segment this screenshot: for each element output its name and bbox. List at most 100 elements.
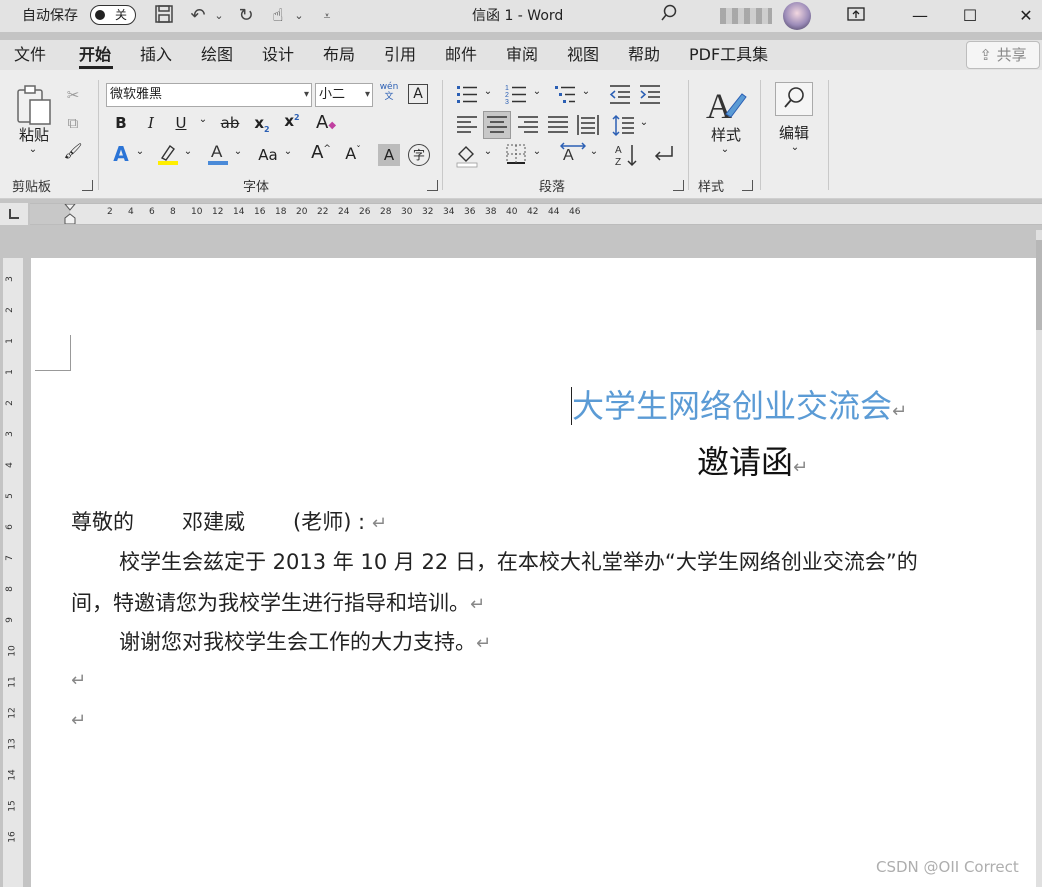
tab-layout[interactable]: 布局 [323, 40, 355, 70]
find-icon[interactable] [775, 82, 813, 116]
borders-icon[interactable] [504, 142, 528, 166]
scrollbar-thumb[interactable] [1036, 240, 1042, 330]
editing-dropdown-icon[interactable]: ⌄ [788, 142, 802, 153]
paste-button[interactable]: 粘贴 [16, 124, 52, 145]
touch-dropdown-icon[interactable]: ⌄ [292, 4, 306, 28]
line-spacing-dropdown-icon[interactable]: ⌄ [638, 117, 650, 128]
shading-icon[interactable] [455, 142, 479, 168]
avatar[interactable] [783, 2, 811, 30]
editing-button[interactable]: 编辑 [774, 122, 814, 143]
minimize-icon[interactable]: — [900, 0, 940, 32]
ribbon-display-icon[interactable] [836, 0, 876, 32]
borders-dropdown-icon[interactable]: ⌄ [531, 146, 543, 157]
clipboard-launcher-icon[interactable] [82, 180, 93, 191]
text-effects-dropdown-icon[interactable]: ⌄ [134, 146, 146, 157]
bold-button[interactable]: B [110, 114, 132, 132]
character-border-icon[interactable]: A [408, 84, 428, 104]
multilevel-dropdown-icon[interactable]: ⌄ [580, 86, 592, 97]
font-launcher-icon[interactable] [427, 180, 438, 191]
autosave-toggle[interactable]: 关 [90, 5, 136, 25]
subscript-button[interactable]: x2 [252, 114, 272, 134]
italic-button[interactable]: I [140, 114, 162, 132]
highlight-icon[interactable] [156, 142, 180, 166]
align-left-icon[interactable] [455, 113, 479, 137]
tab-selector[interactable] [0, 203, 28, 225]
multilevel-list-icon[interactable] [553, 82, 577, 106]
document-title-text[interactable]: 大学生网络创业交流会↵ [571, 384, 907, 434]
empty-paragraph[interactable]: ↵ [71, 667, 86, 695]
shrink-font-button[interactable]: Aˇ [342, 144, 364, 163]
change-case-dropdown-icon[interactable]: ⌄ [282, 146, 294, 157]
tab-mailings[interactable]: 邮件 [445, 40, 477, 70]
line-spacing-icon[interactable] [612, 113, 636, 137]
underline-dropdown-icon[interactable]: ⌄ [196, 114, 210, 125]
touch-mode-icon[interactable]: ☝ [266, 4, 290, 28]
change-case-button[interactable]: Aa [254, 146, 282, 164]
enclose-characters-button[interactable]: 字 [408, 144, 430, 166]
font-color-icon[interactable]: A [206, 140, 230, 168]
bullets-icon[interactable] [455, 82, 479, 106]
redo-icon[interactable]: ↻ [234, 4, 258, 28]
highlight-dropdown-icon[interactable]: ⌄ [182, 146, 194, 157]
tab-pdf-tools[interactable]: PDF工具集 [689, 40, 768, 70]
horizontal-ruler[interactable]: 2 4 6 8 10 12 14 16 18 20 22 24 26 28 30 32 34 36 38 40 42 44… [30, 203, 1042, 225]
font-size-field[interactable]: 小二 ▾ [315, 83, 373, 107]
close-icon[interactable]: ✕ [1006, 0, 1042, 32]
copy-icon[interactable]: ⧉ [62, 114, 84, 132]
share-button[interactable]: ⇪ 共享 [966, 41, 1040, 69]
format-painter-icon[interactable]: 🖌 [62, 142, 84, 160]
document-subtitle-text[interactable]: 邀请函↵ [697, 440, 808, 490]
strikethrough-button[interactable]: ab [218, 114, 242, 132]
tab-references[interactable]: 引用 [384, 40, 416, 70]
justify-icon[interactable] [546, 113, 570, 137]
align-right-icon[interactable] [516, 113, 540, 137]
vertical-ruler[interactable]: 3 2 1 1 2 3 4 5 6 7 8 9 10 11 12 13 14 15 16 [3, 258, 23, 887]
body-line-1[interactable]: 校学生会兹定于 2013 年 10 月 22 日，在本校大礼堂举办“大学生网络创… [119, 548, 918, 576]
body-line-3[interactable]: 谢谢您对我校学生会工作的大力支持。↵ [119, 628, 491, 658]
paste-icon[interactable] [14, 84, 54, 128]
numbering-dropdown-icon[interactable]: ⌄ [531, 86, 543, 97]
grow-font-button[interactable]: A^ [310, 142, 332, 163]
superscript-button[interactable]: x2 [282, 112, 302, 130]
styles-dropdown-icon[interactable]: ⌄ [718, 144, 732, 155]
tab-file[interactable]: 文件 [14, 40, 46, 70]
empty-paragraph[interactable]: ↵ [71, 707, 86, 735]
undo-icon[interactable]: ↶ [186, 4, 210, 28]
numbering-icon[interactable]: 123 [504, 82, 528, 106]
tab-draw[interactable]: 绘图 [201, 40, 233, 70]
character-shading-button[interactable]: A [378, 144, 400, 166]
tab-help[interactable]: 帮助 [628, 40, 660, 70]
shading-dropdown-icon[interactable]: ⌄ [482, 146, 494, 157]
undo-dropdown-icon[interactable]: ⌄ [212, 4, 226, 28]
styles-button[interactable]: 样式 [706, 124, 746, 145]
styles-icon[interactable]: A [704, 84, 748, 126]
tab-review[interactable]: 审阅 [506, 40, 538, 70]
cut-icon[interactable]: ✂ [62, 86, 84, 104]
chinese-layout-icon[interactable]: A [559, 142, 587, 166]
tab-insert[interactable]: 插入 [140, 40, 172, 70]
indent-marker-icon[interactable] [64, 204, 76, 224]
sort-icon[interactable]: AZ [614, 142, 640, 168]
tab-view[interactable]: 视图 [567, 40, 599, 70]
customize-qat-icon[interactable]: ⩡ [318, 4, 336, 28]
search-icon[interactable] [657, 4, 681, 28]
tab-design[interactable]: 设计 [262, 40, 294, 70]
font-name-field[interactable]: 微软雅黑 ▾ [106, 83, 312, 107]
styles-launcher-icon[interactable] [742, 180, 753, 191]
increase-indent-icon[interactable] [638, 82, 662, 106]
paste-dropdown-icon[interactable]: ⌄ [26, 144, 40, 155]
body-line-2[interactable]: 间，特邀请您为我校学生进行指导和培训。↵ [71, 589, 485, 619]
phonetic-guide-icon[interactable]: wén 文 [378, 82, 400, 102]
bullets-dropdown-icon[interactable]: ⌄ [482, 86, 494, 97]
clear-formatting-icon[interactable]: A◆ [314, 112, 338, 133]
vertical-scrollbar[interactable] [1036, 230, 1042, 887]
underline-button[interactable]: U [170, 114, 192, 132]
chinese-layout-dropdown-icon[interactable]: ⌄ [588, 146, 600, 157]
text-effects-icon[interactable]: A [110, 142, 132, 166]
save-icon[interactable] [152, 4, 176, 28]
font-color-dropdown-icon[interactable]: ⌄ [232, 146, 244, 157]
decrease-indent-icon[interactable] [608, 82, 632, 106]
distributed-icon[interactable] [576, 113, 600, 137]
salutation-line[interactable]: 尊敬的 邓建威 (老师) : ↵ [71, 508, 387, 538]
maximize-icon[interactable]: ☐ [950, 0, 990, 32]
